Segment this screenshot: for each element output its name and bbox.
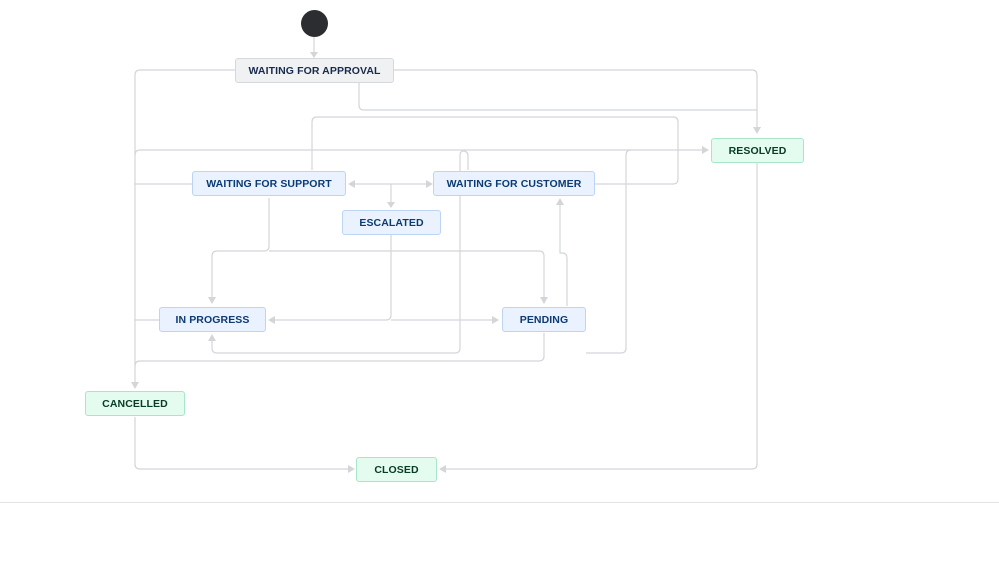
transition-to-resolved (134, 149, 702, 156)
status-resolved[interactable]: RESOLVED (711, 138, 804, 163)
status-waiting-for-customer[interactable]: WAITING FOR CUSTOMER (433, 171, 595, 196)
arrowhead (556, 198, 564, 205)
arrowhead (348, 180, 355, 188)
workflow-diagram: WAITING FOR APPROVAL RESOLVED WAITING FO… (0, 0, 999, 559)
transition-cancelled-closed (134, 417, 348, 470)
arrowhead (439, 465, 446, 473)
arrowhead (426, 180, 433, 188)
arrowhead (208, 334, 216, 341)
arrowhead (753, 127, 761, 134)
arrowhead (540, 297, 548, 304)
transition-support-down (211, 198, 270, 297)
status-closed[interactable]: CLOSED (356, 457, 437, 482)
arrowhead (702, 146, 709, 154)
status-waiting-for-support[interactable]: WAITING FOR SUPPORT (192, 171, 346, 196)
arrowhead (348, 465, 355, 473)
transition-escalated-progress (275, 235, 392, 321)
transition-resolved-closed (446, 163, 758, 470)
footer-divider (0, 502, 999, 503)
status-waiting-for-approval[interactable]: WAITING FOR APPROVAL (235, 58, 394, 83)
arrowhead (268, 316, 275, 324)
status-escalated[interactable]: ESCALATED (342, 210, 441, 235)
transition-support-pending (269, 250, 545, 297)
arrowhead (492, 316, 499, 324)
status-cancelled[interactable]: CANCELLED (85, 391, 185, 416)
transition-left-trunk (134, 69, 235, 382)
status-pending[interactable]: PENDING (502, 307, 586, 332)
transition-lines (131, 37, 761, 473)
transition-pending-customer (559, 205, 568, 306)
arrowhead (208, 297, 216, 304)
transition-approval-resolved (394, 69, 758, 127)
status-in-progress[interactable]: IN PROGRESS (159, 307, 266, 332)
start-node (301, 10, 328, 37)
transition-approval-resolved-2 (358, 83, 757, 111)
arrowhead (387, 202, 395, 208)
transition-pending-cancelled (134, 333, 545, 367)
arrowhead (131, 382, 139, 389)
